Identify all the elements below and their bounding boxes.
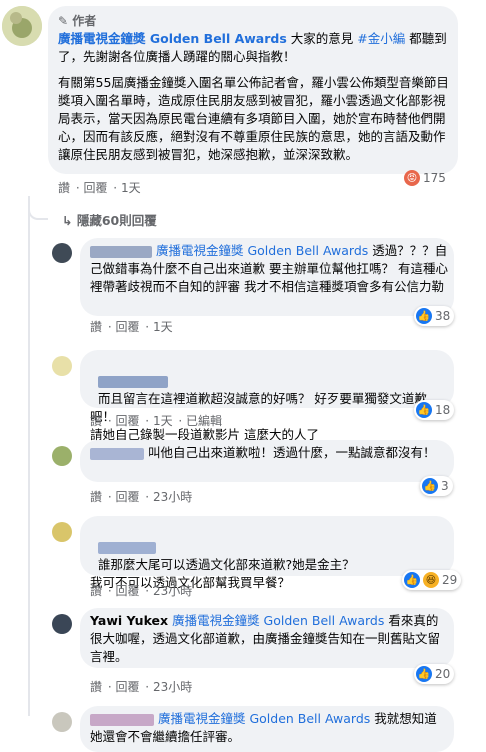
- like-action[interactable]: 讚: [90, 320, 102, 334]
- page-name-link[interactable]: 廣播電視金鐘獎 Golden Bell Awards: [158, 711, 370, 726]
- reply-actions: 讚 · 回覆 · 23小時: [90, 490, 193, 504]
- like-reaction-icon: 👍: [416, 666, 432, 682]
- thread-elbow: [28, 204, 48, 220]
- author-reactions[interactable]: 😡 175: [404, 168, 446, 188]
- page-name-link[interactable]: 廣播電視金鐘獎 Golden Bell Awards: [58, 31, 287, 46]
- timestamp[interactable]: 1天: [121, 181, 141, 195]
- hashtag-link[interactable]: #金小編: [357, 31, 405, 46]
- reaction-count: 18: [435, 403, 451, 417]
- reply-actions: 讚 · 回覆 · 1天 · 已編輯: [90, 414, 223, 428]
- redacted-name: [90, 245, 152, 258]
- reply-text: 而且留言在這裡道歉超沒誠意的好嗎？ 好歹要單獨發文道歉吧！ 請她自己錄製一段道歉…: [90, 354, 448, 444]
- reaction-count: 29: [442, 573, 458, 587]
- reply-action[interactable]: 回覆: [115, 584, 139, 598]
- reply-action[interactable]: 回覆: [115, 680, 139, 694]
- reply-actions: 讚 · 回覆 · 23小時: [90, 680, 193, 694]
- reply-text: Yawi Yukex 廣播電視金鐘獎 Golden Bell Awards 看來…: [90, 613, 441, 664]
- reply-actions: 讚 · 回覆 · 23小時: [90, 584, 193, 598]
- reaction-count: 38: [435, 309, 451, 323]
- timestamp[interactable]: 23小時: [153, 680, 192, 694]
- like-action[interactable]: 讚: [90, 680, 102, 694]
- like-action[interactable]: 讚: [90, 584, 102, 598]
- reaction-count: 20: [435, 667, 451, 681]
- reply-avatar[interactable]: [52, 522, 72, 542]
- reply-avatar[interactable]: [52, 712, 72, 732]
- author-comment-paragraph: 有關第55屆廣播金鐘獎入圍名單公佈記者會，羅小雲公佈類型音樂節目獎項入圍名單時，…: [58, 75, 449, 162]
- author-avatar-image: [2, 6, 42, 46]
- reaction-count: 3: [441, 479, 449, 493]
- reply-text: 叫他自己出來道歉啦！透過什麼，一點誠意都沒有！: [90, 444, 448, 462]
- redacted-name: [97, 375, 168, 388]
- reply-reactions[interactable]: 👍 20: [414, 664, 455, 684]
- like-reaction-icon: 👍: [422, 478, 438, 494]
- page-name-link[interactable]: 廣播電視金鐘獎 Golden Bell Awards: [156, 243, 368, 258]
- reply-action[interactable]: 回覆: [115, 414, 139, 428]
- timestamp[interactable]: 1天: [153, 320, 173, 334]
- reply-text: 廣播電視金鐘獎 Golden Bell Awards 我就想知道她還會不會繼續擔…: [90, 711, 437, 744]
- author-comment-actions: 讚 · 回覆 · 1天: [58, 181, 141, 195]
- reply-avatar[interactable]: [52, 614, 72, 634]
- author-comment-header: 廣播電視金鐘獎 Golden Bell Awards 大家的意見 #金小編 都聽…: [58, 30, 453, 66]
- commenter-name[interactable]: Yawi Yukex: [90, 613, 168, 628]
- page-name-link[interactable]: 廣播電視金鐘獎 Golden Bell Awards: [172, 613, 384, 628]
- reply-arrow-icon: ↳: [62, 213, 77, 228]
- reply-action[interactable]: 回覆: [83, 181, 107, 195]
- reply-reactions[interactable]: 👍 3: [420, 476, 453, 496]
- haha-reaction-icon: 😆: [423, 572, 439, 588]
- reply-avatar[interactable]: [52, 446, 72, 466]
- reply-avatar[interactable]: [52, 243, 72, 263]
- edited-label[interactable]: 已編輯: [186, 414, 222, 428]
- angry-reaction-icon: 😡: [404, 170, 420, 186]
- author-badge: ✎ 作者: [58, 14, 97, 28]
- reply-reactions[interactable]: 👍 😆 29: [402, 570, 462, 590]
- reply-avatar[interactable]: [52, 356, 72, 376]
- like-action[interactable]: 讚: [58, 181, 70, 195]
- timestamp[interactable]: 1天: [153, 414, 173, 428]
- hidden-replies-link[interactable]: ↳ 隱藏60則回覆: [62, 210, 157, 229]
- redacted-name: [90, 447, 144, 460]
- redacted-name: [97, 541, 156, 554]
- like-reaction-icon: 👍: [416, 308, 432, 324]
- author-avatar[interactable]: [2, 6, 42, 46]
- reply-action[interactable]: 回覆: [115, 320, 139, 334]
- reply-actions: 讚 · 回覆 · 1天: [90, 320, 173, 334]
- like-action[interactable]: 讚: [90, 490, 102, 504]
- reply-reactions[interactable]: 👍 38: [414, 306, 455, 326]
- reply-reactions[interactable]: 👍 18: [414, 400, 455, 420]
- reply-text: 廣播電視金鐘獎 Golden Bell Awards 透過？？？自己做錯事為什麼…: [90, 243, 448, 294]
- redacted-name: [90, 713, 154, 726]
- timestamp[interactable]: 23小時: [153, 584, 192, 598]
- timestamp[interactable]: 23小時: [153, 490, 192, 504]
- like-reaction-icon: 👍: [404, 572, 420, 588]
- like-action[interactable]: 讚: [90, 414, 102, 428]
- thread-line: [28, 196, 30, 716]
- like-reaction-icon: 👍: [416, 402, 432, 418]
- author-badge-icon: ✎: [58, 14, 73, 28]
- reaction-count: 175: [423, 171, 446, 185]
- reply-action[interactable]: 回覆: [115, 490, 139, 504]
- comment-text: 大家的意見: [286, 31, 358, 46]
